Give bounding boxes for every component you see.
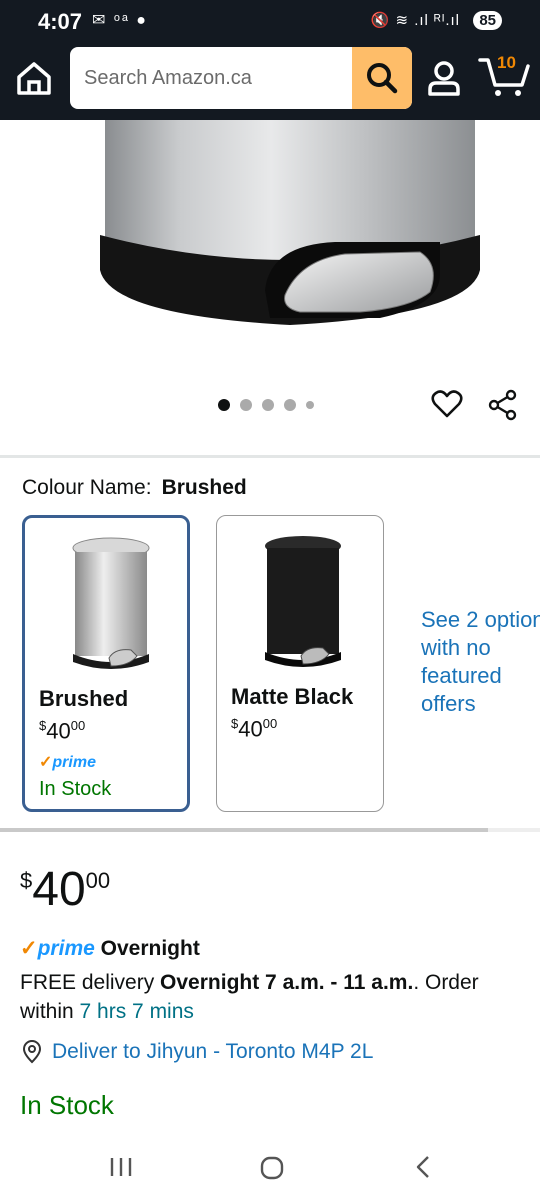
carousel-dot[interactable] [240, 399, 252, 411]
account-icon[interactable] [424, 58, 464, 98]
prime-overnight-badge: ✓prime Overnight [20, 937, 200, 960]
status-time: 4:07 [38, 9, 83, 34]
location-pin-icon [22, 1040, 42, 1064]
search-bar[interactable] [70, 47, 412, 109]
stock-status: In Stock [20, 1090, 114, 1120]
search-icon [367, 63, 398, 94]
colour-option-matte-black[interactable]: Matte Black $4000 [216, 515, 384, 812]
deliver-to-link[interactable]: Deliver to Jihyun - Toronto M4P 2L [20, 1040, 373, 1064]
brushed-bin-thumbnail [72, 537, 150, 669]
carousel-dot[interactable] [262, 399, 274, 411]
signal-icons: 🔇 ≋ .ıl ᴿᴵ.ıl [370, 12, 460, 29]
colour-option-name: Matte Black [231, 684, 354, 709]
amazon-header: 10 [0, 40, 540, 120]
heart-icon[interactable] [431, 388, 463, 420]
colour-option-name: Brushed [39, 686, 129, 711]
colour-option-price: $4000 [231, 716, 278, 742]
stock-status: In Stock [39, 778, 112, 800]
carousel-dot[interactable] [306, 401, 314, 409]
notification-icons: ✉ ᵒᵃ ● [92, 12, 148, 29]
carousel-dot-active[interactable] [218, 399, 230, 411]
section-divider [0, 455, 540, 458]
search-button[interactable] [352, 47, 412, 109]
battery-icon: 85 [473, 11, 502, 30]
back-icon[interactable] [413, 1154, 433, 1180]
search-input[interactable] [70, 47, 352, 109]
product-price: $4000 [20, 863, 111, 916]
delivery-countdown: 7 hrs 7 mins [79, 1000, 194, 1023]
status-bar: 4:07 ✉ ᵒᵃ ● 🔇 ≋ .ıl ᴿᴵ.ıl 85 [0, 0, 540, 40]
home-icon[interactable] [14, 58, 54, 98]
recent-apps-icon[interactable] [108, 1156, 134, 1178]
see-options-link[interactable]: See 2 options with no featured offers [421, 606, 540, 718]
colour-name-label: Colour Name: Brushed [22, 476, 247, 499]
prime-badge: ✓prime [39, 754, 96, 771]
delivery-message: FREE delivery Overnight 7 a.m. - 11 a.m.… [20, 971, 479, 1023]
product-image[interactable] [0, 120, 540, 360]
swatch-scroll-thumb[interactable] [0, 828, 488, 832]
share-icon[interactable] [487, 389, 519, 421]
cart-count-badge: 10 [497, 53, 516, 72]
selected-colour: Brushed [161, 476, 247, 499]
colour-option-brushed[interactable]: Brushed $4000 ✓prime In Stock [22, 515, 190, 812]
carousel-dot[interactable] [284, 399, 296, 411]
home-nav-icon[interactable] [259, 1155, 285, 1181]
colour-option-price: $4000 [39, 718, 86, 744]
matte-black-bin-thumbnail [265, 536, 341, 667]
image-carousel-dots[interactable] [218, 399, 314, 411]
